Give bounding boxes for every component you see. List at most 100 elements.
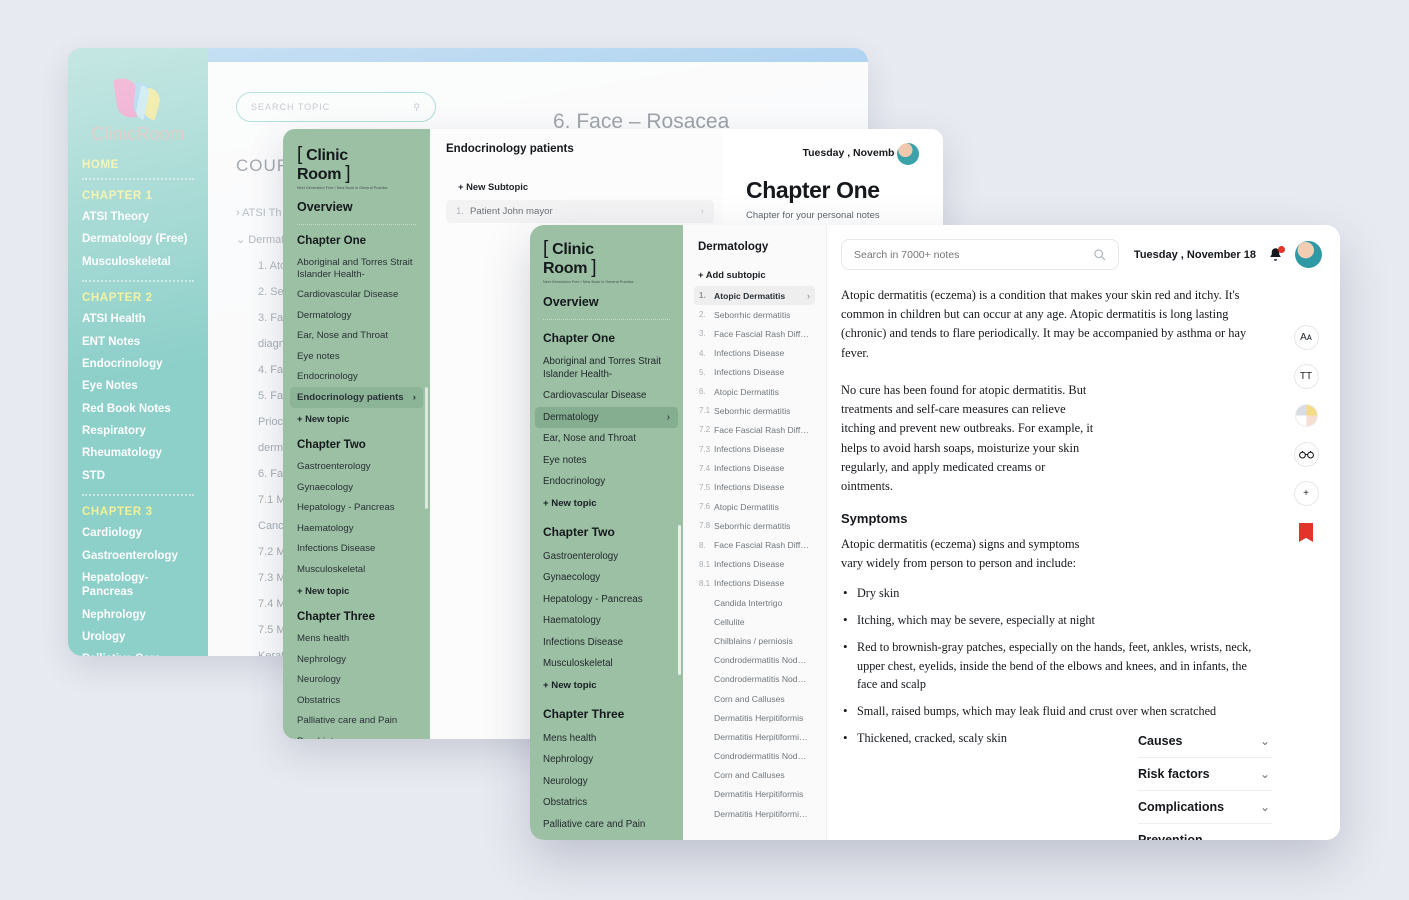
list-item[interactable]: 1. Patient John mayor › <box>446 200 714 223</box>
reading-glasses-icon[interactable] <box>1293 442 1319 467</box>
sidebar-item[interactable]: Hepatology-Pancreas <box>82 567 194 604</box>
search-box[interactable] <box>841 239 1119 270</box>
list-item[interactable]: 8.1 Infections Disease <box>694 555 815 574</box>
accordion-row[interactable]: Causes ⌄ <box>1138 725 1272 758</box>
sidebar-topic-item[interactable]: Hepatology - Pancreas <box>543 589 670 611</box>
sidebar-topic-item[interactable]: Nephrology <box>543 750 670 772</box>
sidebar-item-home[interactable]: HOME <box>82 159 194 171</box>
sidebar-topic-item[interactable]: Obstatrics <box>297 690 416 710</box>
list-item[interactable]: Corn and Calluses <box>694 689 815 708</box>
sidebar-item[interactable]: Eye Notes <box>82 375 194 397</box>
foreground-window-clinic-room[interactable]: [ Clinic Room ] Next Generation Free / N… <box>530 225 1340 840</box>
search-input[interactable] <box>854 248 1093 261</box>
list-item[interactable]: Condrodermatitis Nodularis Helic... <box>694 670 815 689</box>
search-input[interactable]: SEARCH TOPIC ⚲ <box>236 92 436 122</box>
list-item[interactable]: 7.6 Atopic Dermatitis <box>694 497 815 516</box>
sidebar-topic-item[interactable]: Ear, Nose and Throat <box>297 326 416 346</box>
sidebar-topic-item[interactable]: Cardiovascular Disease <box>297 285 416 305</box>
sidebar-topic-item[interactable]: Dermatology › <box>535 406 678 429</box>
notes-sidebar[interactable]: [ Clinic Room ] Next Generation Free / N… <box>283 129 430 739</box>
sidebar-topic-item[interactable]: Mens health <box>543 728 670 750</box>
list-item[interactable]: Condrodermatitis Nodularis Helic... <box>694 651 815 670</box>
sidebar-topic-item[interactable]: Haematology <box>543 611 670 633</box>
list-item[interactable]: 7.8 Seborrhic dermatitis <box>694 516 815 535</box>
list-item[interactable]: 6. Atopic Dermatitis <box>694 382 815 401</box>
list-item[interactable]: Condrodermatitis Nodularis Helic... <box>694 747 815 766</box>
list-item[interactable]: 7.3 Infections Disease <box>694 440 815 459</box>
sidebar-topic-item[interactable]: Endocrinology patients › <box>290 387 423 408</box>
sidebar-item[interactable]: Urology <box>82 626 194 648</box>
search-icon[interactable]: ⚲ <box>413 102 421 113</box>
list-item[interactable]: Cellulite <box>694 612 815 631</box>
list-item[interactable]: Candida Intertrigo <box>694 593 815 612</box>
sidebar-item[interactable]: Respiratory <box>82 420 194 442</box>
accordion-row[interactable]: Prevention ⌄ <box>1138 824 1272 840</box>
sidebar-item[interactable]: ATSI Theory <box>82 206 194 228</box>
sidebar-topic-item[interactable]: Infections Disease <box>543 632 670 654</box>
sidebar-item[interactable]: Red Book Notes <box>82 398 194 420</box>
sidebar-topic-item[interactable]: Aboriginal and Torres Strait Islander He… <box>297 253 416 285</box>
sidebar-topic-item[interactable]: Gastroenterology <box>297 457 416 477</box>
list-item[interactable]: Dermatitis Herpitiformis AFP <box>694 804 815 823</box>
sidebar-topic-item[interactable]: Haematology <box>297 518 416 538</box>
sidebar-topic-item[interactable]: Obstatrics <box>543 793 670 815</box>
sidebar-item[interactable]: Gastroenterology <box>82 545 194 567</box>
list-item[interactable]: 7.1 Seborrhic dermatitis <box>694 401 815 420</box>
sidebar-item[interactable]: ATSI Health <box>82 308 194 330</box>
sidebar-topic-item[interactable]: Infections Disease <box>297 539 416 559</box>
list-item[interactable]: 5. Infections Disease <box>694 363 815 382</box>
sidebar-topic-item[interactable]: Gastroenterology <box>543 546 670 568</box>
sidebar-topic-item[interactable]: Cardiovascular Disease <box>543 385 670 407</box>
sidebar-item-overview[interactable]: Overview <box>297 200 416 214</box>
accordion-row[interactable]: Complications ⌄ <box>1138 791 1272 824</box>
list-item[interactable]: 4. Infections Disease <box>694 344 815 363</box>
sidebar-topic-item[interactable]: Aboriginal and Torres Strait Islander He… <box>543 352 670 386</box>
sidebar-topic-item[interactable]: Musculoskeletal <box>543 654 670 676</box>
sidebar-item[interactable]: Dermatology (Free) <box>82 228 194 250</box>
sidebar-item[interactable]: Endocrinology <box>82 353 194 375</box>
sidebar-item[interactable]: Musculoskeletal <box>82 251 194 273</box>
list-item[interactable]: Chilblains / perniosis <box>694 631 815 650</box>
sidebar-topic-item[interactable]: Gynaecology <box>543 568 670 590</box>
avatar[interactable] <box>895 141 921 167</box>
new-topic-button[interactable]: + New topic <box>297 580 416 601</box>
sidebar-item[interactable]: Nephrology <box>82 604 194 626</box>
sidebar-topic-item[interactable]: Neurology <box>297 670 416 690</box>
add-subtopic-button[interactable]: + Add subtopic <box>698 269 815 280</box>
sidebar-item[interactable]: Rheumatology <box>82 442 194 464</box>
new-topic-button[interactable]: + New topic <box>543 675 670 696</box>
list-item[interactable]: Dermatitis Herpitiformis <box>694 785 815 804</box>
sidebar-topic-item[interactable]: Psychiatry <box>543 836 670 840</box>
sidebar-item[interactable]: Cardiology <box>82 522 194 544</box>
sidebar-item[interactable]: STD <box>82 465 194 487</box>
sidebar-item-overview[interactable]: Overview <box>543 295 670 309</box>
add-icon[interactable]: + <box>1293 481 1319 506</box>
sidebar-topic-item[interactable]: Eye notes <box>543 450 670 472</box>
list-item[interactable]: 3. Face Fascial Rash Differentia... <box>694 324 815 343</box>
font-size-icon[interactable]: Aᴀ <box>1293 325 1319 350</box>
sidebar-topic-item[interactable]: Eye notes <box>297 346 416 366</box>
sidebar-topic-item[interactable]: Psychiatry <box>297 731 416 739</box>
new-topic-button[interactable]: + New topic <box>543 493 670 514</box>
sidebar-topic-item[interactable]: Neurology <box>543 771 670 793</box>
sidebar-topic-item[interactable]: Gynaecology <box>297 477 416 497</box>
theme-color-icon[interactable] <box>1293 403 1319 428</box>
sidebar-scrollbar[interactable] <box>425 387 428 509</box>
list-item[interactable]: 8.1 Infections Disease <box>694 574 815 593</box>
subtopic-panel[interactable]: Dermatology + Add subtopic 1. Atopic Derm… <box>683 225 827 840</box>
list-item[interactable]: 1. Atopic Dermatitis › <box>694 286 815 306</box>
bookmark-icon[interactable] <box>1293 520 1319 545</box>
list-item[interactable]: 7.4 Infections Disease <box>694 459 815 478</box>
text-style-icon[interactable]: TT <box>1293 364 1319 389</box>
new-topic-button[interactable]: + New topic <box>297 408 416 429</box>
list-item[interactable]: 7.2Face Fascial Rash Differentia... <box>694 420 815 439</box>
list-item[interactable]: Dermatitis Herpitiformis AFP <box>694 727 815 746</box>
main-sidebar[interactable]: [ Clinic Room ] Next Generation Free / N… <box>530 225 683 840</box>
sidebar-scrollbar[interactable] <box>677 525 681 675</box>
accordion-row[interactable]: Risk factors ⌄ <box>1138 758 1272 791</box>
sidebar-topic-item[interactable]: Hepatology - Pancreas <box>297 498 416 518</box>
sidebar-item[interactable]: ENT Notes <box>82 331 194 353</box>
list-item[interactable]: 2. Seborrhic dermatitis <box>694 305 815 324</box>
sidebar-topic-item[interactable]: Nephrology <box>297 649 416 669</box>
sidebar-topic-item[interactable]: Palliative care and Pain <box>543 814 670 836</box>
